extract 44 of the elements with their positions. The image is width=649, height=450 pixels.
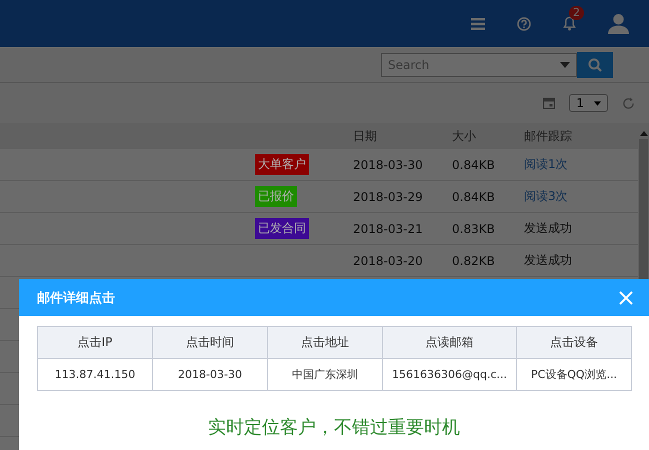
status-tag: 已发合同 [255, 218, 309, 239]
read-count-link[interactable]: 阅读3次 [524, 188, 568, 205]
table-cell: 中国广东深圳 [268, 358, 382, 390]
status-tag: 大单客户 [255, 154, 309, 175]
column-header: 点击IP [38, 326, 152, 358]
user-icon[interactable] [608, 13, 629, 34]
help-icon[interactable] [517, 16, 531, 30]
refresh-icon[interactable] [622, 96, 635, 110]
column-header: 点击设备 [516, 326, 632, 358]
bell-icon[interactable] [563, 16, 576, 31]
dropdown-caret-icon[interactable] [560, 62, 570, 68]
caret-icon [594, 100, 601, 106]
read-count-link[interactable]: 阅读1次 [524, 156, 568, 173]
date-cell-text: 2018-03-29 [353, 190, 424, 204]
table-cell: 113.87.41.150 [38, 358, 152, 390]
tracking-status: 发送成功 [524, 220, 572, 237]
scroll-up-icon[interactable] [640, 131, 648, 136]
column-header: 点击时间 [152, 326, 268, 358]
tracking-status: 发送成功 [524, 252, 572, 269]
table-cell: 1561636306@qq.c... [382, 358, 516, 390]
dialog-title: 邮件详细点击 [37, 290, 115, 306]
column-header: 邮件跟踪 [524, 128, 573, 144]
column-header: 日期 [353, 128, 378, 144]
size-cell-text: 0.83KB [452, 222, 496, 236]
close-icon[interactable] [619, 290, 633, 304]
table-cell: 2018-03-30 [152, 358, 268, 390]
column-header: 大小 [452, 128, 477, 144]
size-cell-text: 0.84KB [452, 190, 496, 204]
status-tag: 已报价 [255, 186, 297, 207]
promo-message: 实时定位客户，不错过重要时机 [208, 417, 460, 438]
date-cell-text: 2018-03-21 [353, 222, 424, 236]
column-header: 点击地址 [268, 326, 382, 358]
column-header: 点读邮箱 [382, 326, 516, 358]
table-cell: PC设备QQ浏览... [516, 358, 632, 390]
search-icon [588, 58, 602, 72]
size-cell-text: 0.82KB [452, 254, 496, 268]
date-cell-text: 2018-03-30 [353, 158, 424, 172]
menu-icon[interactable] [471, 18, 485, 30]
size-cell-text: 0.84KB [452, 158, 496, 172]
date-cell-text: 2018-03-20 [353, 254, 424, 268]
search-button[interactable] [577, 52, 613, 78]
notification-badge: 2 [569, 6, 584, 20]
calendar-icon[interactable] [543, 97, 556, 109]
page-select[interactable]: 1 [569, 94, 608, 112]
